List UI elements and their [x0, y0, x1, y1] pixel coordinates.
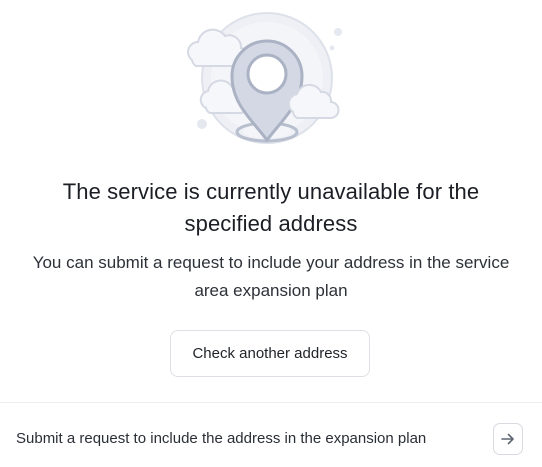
arrow-right-icon-glyph: [501, 433, 514, 445]
submit-request-label: Submit a request to include the address …: [16, 430, 427, 447]
page-subtitle: You can submit a request to include your…: [32, 253, 510, 300]
location-unavailable-illustration: [180, 8, 350, 158]
submit-request-row[interactable]: Submit a request to include the address …: [0, 403, 542, 467]
page-title: The service is currently unavailable for…: [62, 179, 480, 236]
check-another-address-button[interactable]: Check another address: [170, 330, 370, 377]
map-pin-icon: [187, 12, 342, 144]
arrow-right-icon[interactable]: [493, 423, 523, 455]
